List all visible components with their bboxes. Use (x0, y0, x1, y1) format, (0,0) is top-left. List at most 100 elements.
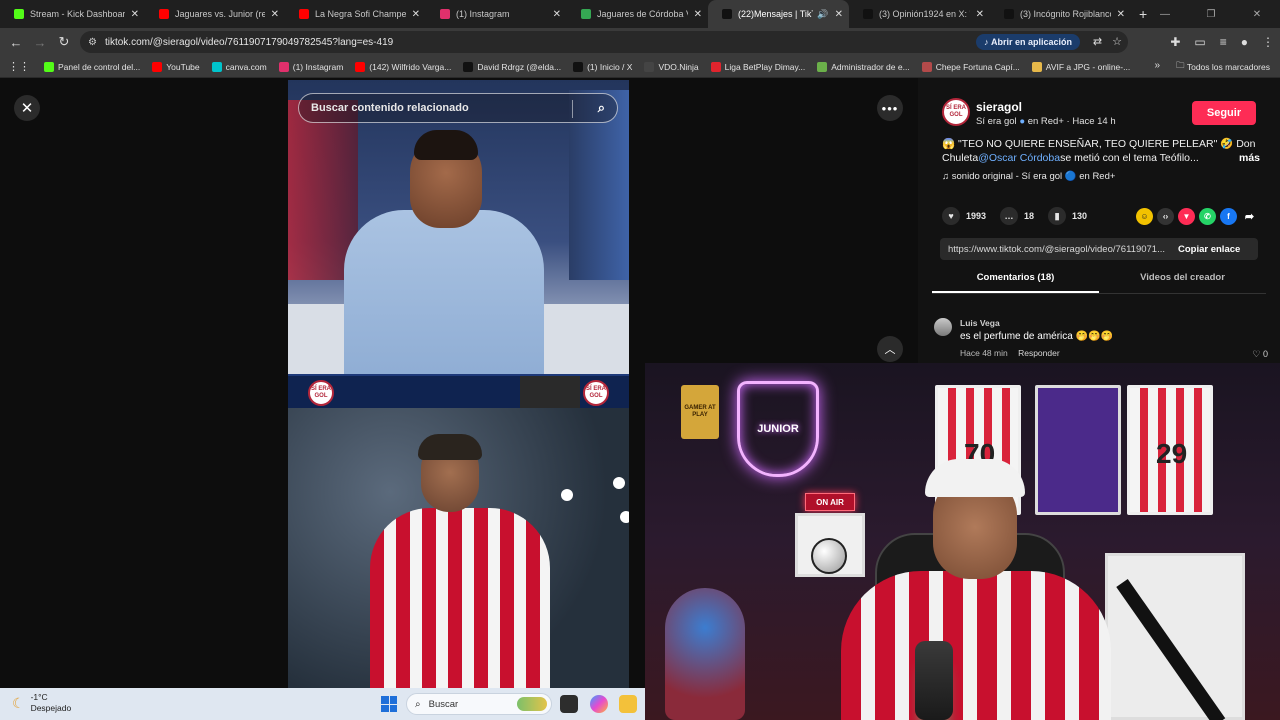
commenter-name[interactable]: Luis Vega (960, 318, 1000, 328)
commenter-avatar[interactable] (934, 318, 952, 336)
previous-video-button[interactable]: ︿ (877, 336, 903, 362)
browser-toolbar: ← → ↻ ⚙ tiktok.com/@sieragol/video/76119… (0, 28, 1280, 56)
bookmark-star-icon[interactable]: ☆ (1112, 35, 1122, 48)
save-button[interactable]: ▮ 130 (1048, 207, 1087, 225)
comment-like-button[interactable]: ♡ 0 (1252, 349, 1268, 360)
back-button[interactable]: ← (4, 35, 28, 50)
tab-creator-videos[interactable]: Videos del creador (1099, 272, 1266, 293)
facebook-icon[interactable]: f (1220, 208, 1237, 225)
browser-tab[interactable]: Jaguares vs. Junior (resum ✕ (145, 0, 285, 28)
sound-link[interactable]: ♫ sonido original - Sí era gol 🔵 en Red+ (942, 171, 1115, 182)
canva-icon (211, 61, 222, 72)
bookmark-item[interactable]: AVIF a JPG - online-... (1031, 61, 1130, 72)
bookmark-item[interactable]: Administrador de e... (817, 61, 910, 72)
close-tab-icon[interactable]: ✕ (694, 9, 702, 20)
creator-username[interactable]: sieragol (976, 100, 1022, 114)
comment-text: es el perfume de américa 🤭🤭🤭 (960, 331, 1113, 342)
neon-shield-sign: JUNIOR (737, 381, 819, 477)
file-explorer-icon[interactable] (619, 695, 637, 713)
menu-kebab-icon[interactable]: ⋮ (1262, 35, 1274, 49)
related-search-input[interactable]: Buscar contenido relacionado ⌕ (298, 93, 618, 123)
youtube-icon (355, 61, 366, 72)
close-tab-icon[interactable]: ✕ (271, 9, 279, 20)
tab-comments[interactable]: Comentarios (18) (932, 272, 1099, 293)
open-in-app-button[interactable]: ♪ Abrir en aplicación (975, 34, 1080, 50)
weather-condition: Despejado (30, 703, 72, 713)
bookmark-item[interactable]: canva.com (211, 61, 267, 72)
toy-shelves (1105, 553, 1245, 720)
translate-icon[interactable]: ⇄ (1093, 35, 1102, 48)
start-button[interactable] (381, 696, 397, 712)
creator-avatar[interactable]: SÍ ERA GOL (942, 98, 970, 126)
browser-tab[interactable]: (22)Mensajes | TikTok 🔊 ✕ (708, 0, 849, 28)
media-controls-icon[interactable]: ≡ (1220, 35, 1227, 49)
profile-avatar[interactable]: ● (1241, 35, 1248, 49)
like-button[interactable]: ♥ 1993 (942, 207, 986, 225)
copilot-icon[interactable] (590, 695, 608, 713)
follow-button[interactable]: Seguir (1192, 101, 1256, 125)
close-video-button[interactable]: ✕ (14, 95, 40, 121)
close-tab-icon[interactable]: ✕ (131, 9, 139, 20)
address-bar[interactable]: ⚙ tiktok.com/@sieragol/video/76119071790… (80, 31, 1128, 53)
whatsapp-icon[interactable]: ✆ (1199, 208, 1216, 225)
browser-tab[interactable]: La Negra Sofi Champeta A ✕ (285, 0, 426, 28)
bookmarks-overflow-icon[interactable]: » (1154, 60, 1160, 71)
browser-tab[interactable]: Jaguares de Córdoba Vs Ju ✕ (567, 0, 708, 28)
bookmark-item[interactable]: (1) Instagram (278, 61, 343, 72)
panel-tabs: Comentarios (18) Videos del creador (932, 272, 1266, 294)
share-link-text[interactable]: https://www.tiktok.com/@sieragol/video/7… (940, 244, 1178, 255)
all-bookmarks-folder[interactable]: 🗀 Todos los marcadores (1176, 56, 1270, 78)
close-tab-icon[interactable]: ✕ (412, 9, 420, 20)
close-tab-icon[interactable]: ✕ (1117, 9, 1125, 20)
browser-tab[interactable]: (3) Incógnito Rojiblanco [✕ (990, 0, 1131, 28)
reply-button[interactable]: Responder (1018, 348, 1060, 358)
send-icon[interactable]: ▼ (1178, 208, 1195, 225)
comment-button[interactable]: … 18 (1000, 207, 1034, 225)
close-tab-icon[interactable]: ✕ (976, 9, 984, 20)
bookmark-item[interactable]: YouTube (152, 61, 200, 72)
share-arrow-icon[interactable]: ➦ (1241, 208, 1258, 225)
forward-button[interactable]: → (28, 35, 52, 50)
task-view-icon[interactable] (560, 695, 578, 713)
search-icon[interactable]: ⌕ (598, 100, 605, 116)
mention-link[interactable]: @Oscar Córdoba (978, 152, 1060, 164)
minimize-button[interactable]: — (1142, 9, 1188, 20)
embed-icon[interactable]: ‹› (1157, 208, 1174, 225)
toolbar-actions: ✚ ▭ ≡ ● ⋮ (1170, 28, 1274, 56)
close-tab-icon[interactable]: ✕ (553, 9, 561, 20)
gamer-sign: GAMER AT PLAY (681, 385, 719, 439)
reload-button[interactable]: ↻ (52, 34, 76, 50)
bookmark-item[interactable]: VDO.Ninja (644, 61, 699, 72)
related-search-placeholder: Buscar contenido relacionado (311, 102, 469, 114)
site-info-icon[interactable]: ⚙ (88, 37, 97, 48)
streamer-body (841, 571, 1111, 720)
browser-tab[interactable]: (1) Instagram ✕ (426, 0, 567, 28)
more-link[interactable]: más (1239, 151, 1260, 165)
speaker-icon[interactable]: 🔊 (817, 9, 828, 20)
bookmark-item[interactable]: Liga BetPlay Dimay... (710, 61, 805, 72)
bookmark-label: Administrador de e... (831, 61, 910, 72)
taskbar-search[interactable]: ⌕ Buscar (406, 693, 552, 715)
close-window-button[interactable]: ✕ (1234, 9, 1280, 20)
browser-tab[interactable]: (3) Opinión1924 en X: "Te ✕ (849, 0, 990, 28)
url-text: tiktok.com/@sieragol/video/7611907179049… (104, 36, 394, 48)
maximize-button[interactable]: ❐ (1188, 9, 1234, 20)
bookmark-item[interactable]: Chepe Fortuna Capí... (921, 61, 1020, 72)
bookmark-label: canva.com (225, 61, 267, 72)
framed-purple-jersey (1035, 385, 1121, 515)
close-tab-icon[interactable]: ✕ (835, 9, 843, 20)
more-options-button[interactable]: ••• (877, 95, 903, 121)
repost-icon[interactable]: ☺ (1136, 208, 1153, 225)
bookmark-item[interactable]: Panel de control del... (44, 61, 140, 72)
copy-link-button[interactable]: Copiar enlace (1178, 244, 1240, 255)
windows-taskbar: ☾ -1°C Despejado ⌕ Buscar (0, 688, 645, 720)
bookmark-item[interactable]: (142) Wilfrido Varga... (355, 61, 451, 72)
browser-tab[interactable]: Stream - Kick Dashboard ✕ (0, 0, 145, 28)
bookmark-item[interactable]: David Rdrgz (@elda... (463, 61, 561, 72)
weather-widget[interactable]: ☾ -1°C Despejado (12, 692, 71, 714)
video-player[interactable]: SÍ ERA GOL SÍ ERA GOL Buscar contenido r… (288, 80, 629, 688)
extensions-icon[interactable]: ✚ (1170, 35, 1180, 49)
split-view-icon[interactable]: ▭ (1194, 35, 1205, 49)
bookmark-item[interactable]: (1) Inicio / X (573, 61, 632, 72)
apps-grid-icon[interactable]: ⋮⋮ (8, 60, 30, 73)
